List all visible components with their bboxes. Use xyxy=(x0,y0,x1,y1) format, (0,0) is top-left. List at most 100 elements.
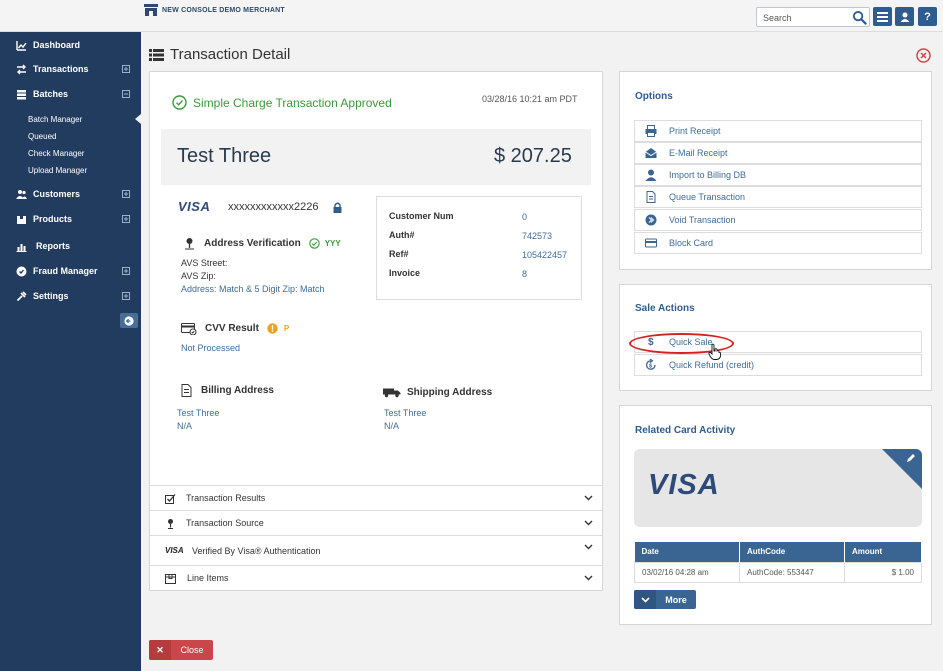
block-card-button[interactable]: Block Card xyxy=(634,232,922,254)
card-corner xyxy=(882,449,922,489)
info-value-invoice: 8 xyxy=(522,269,528,279)
info-value-ref: 105422457 xyxy=(522,250,568,260)
svg-text:$: $ xyxy=(649,364,652,370)
search-box xyxy=(756,7,870,27)
sidebar-subitem-queued[interactable]: Queued xyxy=(28,132,56,141)
close-page-icon[interactable] xyxy=(916,48,931,63)
card-icon xyxy=(645,238,657,248)
refund-icon: $ xyxy=(645,359,656,370)
sidebar-item-batches[interactable]: Batches xyxy=(0,82,141,106)
sidebar-item-settings[interactable]: Settings xyxy=(0,284,141,308)
chevron-down-icon xyxy=(584,575,593,581)
cvv-result: Not Processed xyxy=(181,343,241,353)
billing-address-heading: Billing Address xyxy=(180,384,274,397)
store-icon xyxy=(144,4,158,16)
checkbox-icon xyxy=(165,493,176,504)
avs-result: Address: Match & 5 Digit Zip: Match xyxy=(181,284,325,294)
expand-icon[interactable] xyxy=(122,292,130,300)
stack-icon xyxy=(17,89,26,99)
search-icon[interactable] xyxy=(852,10,867,25)
expand-icon[interactable] xyxy=(122,190,130,198)
card-number: xxxxxxxxxxxx2226 xyxy=(228,201,319,213)
card-check-icon xyxy=(181,323,197,335)
chevron-down-icon xyxy=(584,495,593,501)
check-circle-icon xyxy=(172,95,187,110)
sidebar: Dashboard Transactions Batches Batch Man… xyxy=(0,32,141,671)
collapse-icon[interactable] xyxy=(122,90,130,98)
close-button[interactable]: ✕ Close xyxy=(149,640,213,660)
info-label-ref: Ref# xyxy=(389,249,409,259)
avs-zip: AVS Zip: xyxy=(181,271,216,281)
lock-icon[interactable] xyxy=(333,202,342,213)
shield-icon xyxy=(16,266,27,276)
warning-icon xyxy=(267,323,278,334)
sidebar-item-fraud-manager[interactable]: Fraud Manager xyxy=(0,259,141,283)
expand-icon[interactable] xyxy=(122,215,130,223)
email-receipt-button[interactable]: E-Mail Receipt xyxy=(634,142,922,164)
pencil-icon[interactable] xyxy=(906,453,916,463)
merchant-name: NEW CONSOLE DEMO MERCHANT xyxy=(162,6,285,14)
approved-status: Simple Charge Transaction Approved xyxy=(172,95,392,110)
cell-amount: $ 1.00 xyxy=(844,561,922,583)
cell-date: 03/02/16 04:28 am xyxy=(634,561,740,583)
billing-name: Test Three xyxy=(177,408,220,418)
visa-logo: VISA xyxy=(178,199,211,214)
quick-refund-button[interactable]: $ Quick Refund (credit) xyxy=(634,354,922,376)
help-button[interactable]: ? xyxy=(918,7,937,26)
active-marker xyxy=(135,114,141,124)
brand[interactable]: NEW CONSOLE DEMO MERCHANT xyxy=(144,4,285,16)
user-button[interactable] xyxy=(895,7,914,26)
printer-icon xyxy=(645,125,657,137)
user-icon xyxy=(645,169,657,181)
info-label-auth: Auth# xyxy=(389,230,415,240)
hand-cursor-icon xyxy=(708,343,721,360)
menu-button[interactable] xyxy=(873,7,892,26)
info-label-invoice: Invoice xyxy=(389,268,421,278)
void-icon xyxy=(645,214,657,226)
sale-actions-title: Sale Actions xyxy=(635,303,695,314)
pin-icon xyxy=(185,238,194,250)
table-row[interactable]: 03/02/16 04:28 am AuthCode: 553447 $ 1.0… xyxy=(634,561,922,583)
sidebar-subitem-check-manager[interactable]: Check Manager xyxy=(28,149,84,158)
hamburger-icon xyxy=(877,11,888,22)
expand-icon[interactable] xyxy=(122,267,130,275)
pin-icon xyxy=(168,518,173,529)
sidebar-item-products[interactable]: Products xyxy=(0,207,141,231)
avs-street: AVS Street: xyxy=(181,258,228,268)
import-billing-db-button[interactable]: Import to Billing DB xyxy=(634,164,922,186)
queue-transaction-button[interactable]: Queue Transaction xyxy=(634,186,922,208)
transaction-timestamp: 03/28/16 10:21 am PDT xyxy=(482,94,578,104)
sidebar-subitem-batch-manager[interactable]: Batch Manager xyxy=(28,115,82,124)
void-transaction-button[interactable]: Void Transaction xyxy=(634,209,922,231)
expand-icon[interactable] xyxy=(122,65,130,73)
activity-table: Date AuthCode Amount 03/02/16 04:28 am A… xyxy=(634,542,922,583)
top-bar: NEW CONSOLE DEMO MERCHANT ? xyxy=(0,0,943,32)
box-icon xyxy=(165,573,176,584)
shipping-name: Test Three xyxy=(384,408,427,418)
more-button[interactable]: More xyxy=(634,590,696,609)
sidebar-item-reports[interactable]: Reports xyxy=(0,234,141,258)
accordion-transaction-source[interactable]: Transaction Source xyxy=(150,510,602,535)
billing-line2: N/A xyxy=(177,421,193,431)
related-activity-title: Related Card Activity xyxy=(635,425,736,436)
shipping-line2: N/A xyxy=(384,421,400,431)
chevron-down-icon xyxy=(584,520,593,526)
column-header-date: Date xyxy=(634,542,740,562)
sidebar-subitem-upload-manager[interactable]: Upload Manager xyxy=(28,166,87,175)
accordion-transaction-results[interactable]: Transaction Results xyxy=(150,485,602,510)
accordion-line-items[interactable]: Line Items xyxy=(150,565,602,590)
sidebar-item-transactions[interactable]: Transactions xyxy=(0,57,141,81)
accordion-verified-by-visa[interactable]: VISA Verified By Visa® Authentication xyxy=(150,535,602,565)
info-label-customer-num: Customer Num xyxy=(389,211,454,221)
question-icon: ? xyxy=(924,10,931,23)
user-icon xyxy=(900,12,909,22)
sidebar-item-customers[interactable]: Customers xyxy=(0,182,141,206)
search-input[interactable] xyxy=(757,9,845,27)
options-title: Options xyxy=(635,91,673,102)
page-title: Transaction Detail xyxy=(149,46,290,63)
table-header-row: Date AuthCode Amount xyxy=(634,542,922,562)
sidebar-collapse-button[interactable] xyxy=(120,313,138,328)
sidebar-item-dashboard[interactable]: Dashboard xyxy=(0,33,141,57)
print-receipt-button[interactable]: Print Receipt xyxy=(634,120,922,142)
visa-icon: VISA xyxy=(165,546,184,555)
